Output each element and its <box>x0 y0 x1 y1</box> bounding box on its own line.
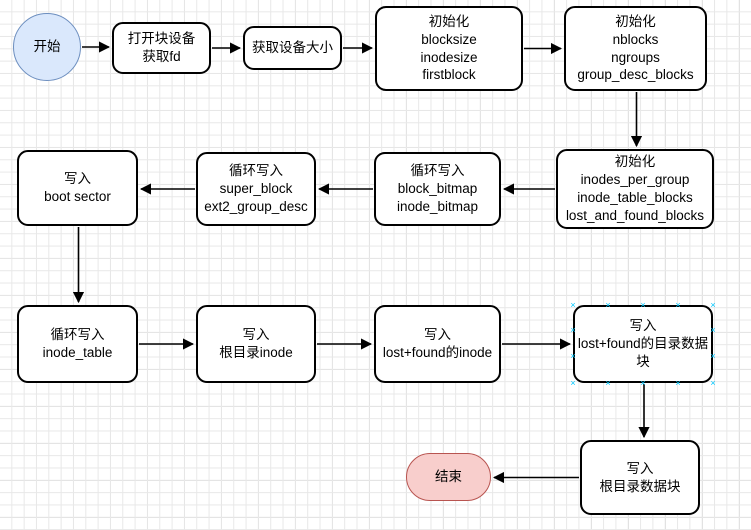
flow-node-n7[interactable]: 循环写入 super_block ext2_group_desc <box>196 152 316 226</box>
flow-node-n8[interactable]: 写入 boot sector <box>17 150 138 226</box>
flow-node-n11[interactable]: 写入 lost+found的inode <box>374 305 501 383</box>
flowchart-canvas[interactable]: 开始 打开块设备 获取fd 获取设备大小 初始化 blocksize inodesiz… <box>0 0 751 530</box>
flow-node-n10[interactable]: 写入 根目录inode <box>196 305 316 383</box>
flow-node-n3[interactable]: 初始化 blocksize inodesize firstblock <box>375 6 523 91</box>
flow-node-end[interactable]: 结束 <box>406 453 491 501</box>
flow-node-n5[interactable]: 初始化 inodes_per_group inode_table_blocks … <box>556 149 714 229</box>
flow-node-n4[interactable]: 初始化 nblocks ngroups group_desc_blocks <box>564 6 707 91</box>
flow-node-n13[interactable]: 写入 根目录数据块 <box>580 440 700 515</box>
flow-node-n2[interactable]: 获取设备大小 <box>243 26 342 70</box>
flow-node-n1[interactable]: 打开块设备 获取fd <box>112 22 211 74</box>
flow-node-n12[interactable]: 写入 lost+found的目录数据块 <box>573 305 713 383</box>
flow-node-n9[interactable]: 循环写入 inode_table <box>17 305 138 383</box>
flow-node-start[interactable]: 开始 <box>13 13 81 81</box>
flow-node-n6[interactable]: 循环写入 block_bitmap inode_bitmap <box>374 152 501 226</box>
